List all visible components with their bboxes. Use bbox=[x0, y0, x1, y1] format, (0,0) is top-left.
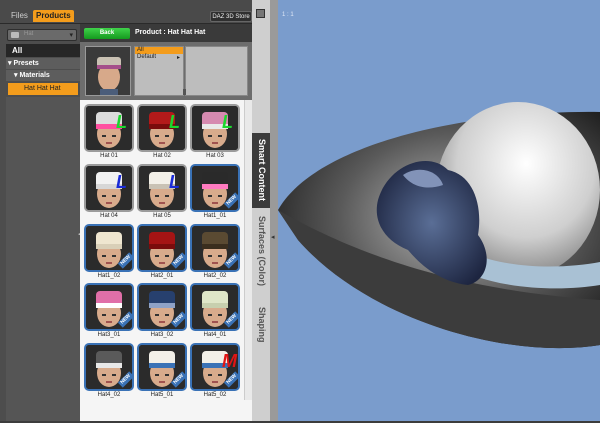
preset-item[interactable]: L Hat 03 bbox=[190, 104, 240, 162]
preset-mark: L bbox=[169, 112, 180, 132]
content-filter-dropdown[interactable]: Hat ▾ bbox=[7, 29, 77, 41]
preset-thumbnail: L bbox=[137, 164, 187, 212]
tab-surfaces-color[interactable]: Surfaces (Color) bbox=[252, 212, 270, 294]
preset-label: Hat3_02 bbox=[150, 332, 174, 338]
daz-store-button[interactable]: DAZ 3D Store bbox=[210, 11, 252, 22]
preset-label: Hat 05 bbox=[153, 213, 171, 219]
preset-thumbnail: NEW bbox=[190, 283, 240, 331]
preset-thumbnail: NEW bbox=[190, 224, 240, 272]
tab-smart-content-label: Smart Content bbox=[257, 139, 267, 202]
collapse-arrow-icon[interactable]: ◂ bbox=[271, 233, 275, 241]
preset-label: Hat 01 bbox=[100, 153, 118, 159]
preset-label: Hat4_01 bbox=[203, 332, 227, 338]
sidebar-tree-area bbox=[6, 97, 80, 421]
tab-smart-content[interactable]: Smart Content bbox=[252, 133, 270, 208]
chevron-right-icon: ▸ bbox=[177, 55, 181, 61]
preset-thumbnail: M NEW bbox=[190, 343, 240, 391]
preset-label: Hat2_01 bbox=[150, 273, 174, 279]
preset-thumbnail: NEW bbox=[137, 224, 187, 272]
pane-options-icon[interactable] bbox=[256, 9, 265, 18]
preset-thumbnail: L bbox=[84, 164, 134, 212]
preset-thumbnail: L bbox=[190, 104, 240, 152]
preset-mark: L bbox=[169, 172, 180, 192]
preset-item[interactable]: NEW Hat5_01 bbox=[137, 343, 187, 401]
preset-thumbnail: NEW bbox=[137, 283, 187, 331]
subcategory-list bbox=[185, 46, 248, 96]
chevron-down-icon: ▾ bbox=[69, 32, 73, 39]
preset-mark: L bbox=[116, 112, 127, 132]
hat-render bbox=[278, 0, 600, 421]
preset-label: Hat2_02 bbox=[203, 273, 227, 279]
product-title: Product : Hat Hat Hat bbox=[135, 29, 206, 36]
preset-thumbnail: NEW bbox=[84, 224, 134, 272]
preset-label: Hat5_02 bbox=[203, 392, 227, 398]
preset-item[interactable]: L Hat 02 bbox=[137, 104, 187, 162]
preset-thumbnail: NEW bbox=[190, 164, 240, 212]
preset-item[interactable]: L Hat 05 bbox=[137, 164, 187, 222]
viewport-zoom-label: 1 : 1 bbox=[282, 12, 294, 18]
vertical-tab-strip bbox=[252, 0, 270, 421]
category-item-default[interactable]: Default bbox=[135, 54, 183, 61]
preset-mark: L bbox=[116, 172, 127, 192]
preset-item[interactable]: NEW Hat3_02 bbox=[137, 283, 187, 341]
preset-item[interactable]: NEW Hat2_02 bbox=[190, 224, 240, 282]
preset-thumbnail: NEW bbox=[84, 283, 134, 331]
preset-item[interactable]: NEW Hat1_01 bbox=[190, 164, 240, 222]
tab-files[interactable]: Files bbox=[8, 10, 31, 22]
preset-label: Hat1_01 bbox=[203, 213, 227, 219]
preset-label: Hat5_01 bbox=[150, 392, 174, 398]
preset-item[interactable]: M NEW Hat5_02 bbox=[190, 343, 240, 401]
preset-thumbnail: L bbox=[137, 104, 187, 152]
tab-surfaces-label: Surfaces (Color) bbox=[257, 216, 267, 287]
preset-label: Hat 04 bbox=[100, 213, 118, 219]
sidebar-item-materials[interactable]: ▾ Materials bbox=[6, 70, 80, 81]
sidebar-item-all[interactable]: All bbox=[6, 44, 80, 57]
preset-item[interactable]: NEW Hat4_02 bbox=[84, 343, 134, 401]
preset-label: Hat1_02 bbox=[97, 273, 121, 279]
preset-item[interactable]: NEW Hat3_01 bbox=[84, 283, 134, 341]
preset-mark: M bbox=[222, 351, 238, 371]
preset-label: Hat4_02 bbox=[97, 392, 121, 398]
preset-item[interactable]: L Hat 01 bbox=[84, 104, 134, 162]
preset-item[interactable]: NEW Hat2_01 bbox=[137, 224, 187, 282]
category-scrollbar[interactable] bbox=[183, 89, 186, 95]
preset-thumbnail: NEW bbox=[137, 343, 187, 391]
sidebar-item-presets[interactable]: ▾ Presets bbox=[6, 58, 80, 69]
grid-scrollbar[interactable] bbox=[244, 100, 252, 400]
back-button[interactable]: Back bbox=[84, 28, 130, 39]
preset-item[interactable]: L Hat 04 bbox=[84, 164, 134, 222]
3d-viewport[interactable] bbox=[278, 0, 600, 421]
preset-label: Hat 03 bbox=[206, 153, 224, 159]
category-item-all[interactable]: All bbox=[135, 47, 183, 54]
tab-shaping[interactable]: Shaping bbox=[252, 305, 270, 350]
preset-thumbnail: L bbox=[84, 104, 134, 152]
preset-mark: L bbox=[222, 112, 233, 132]
product-thumbnail bbox=[85, 46, 131, 96]
tab-products[interactable]: Products bbox=[33, 10, 74, 22]
dropdown-value: Hat bbox=[24, 31, 34, 37]
preset-item[interactable]: NEW Hat1_02 bbox=[84, 224, 134, 282]
sidebar-item-hat-hat-hat[interactable]: Hat Hat Hat bbox=[8, 83, 78, 95]
preset-label: Hat 02 bbox=[153, 153, 171, 159]
pane-divider[interactable] bbox=[270, 0, 278, 421]
tab-shaping-label: Shaping bbox=[257, 307, 267, 343]
folder-icon bbox=[11, 32, 19, 38]
preset-label: Hat3_01 bbox=[97, 332, 121, 338]
preset-item[interactable]: NEW Hat4_01 bbox=[190, 283, 240, 341]
preset-thumbnail: NEW bbox=[84, 343, 134, 391]
